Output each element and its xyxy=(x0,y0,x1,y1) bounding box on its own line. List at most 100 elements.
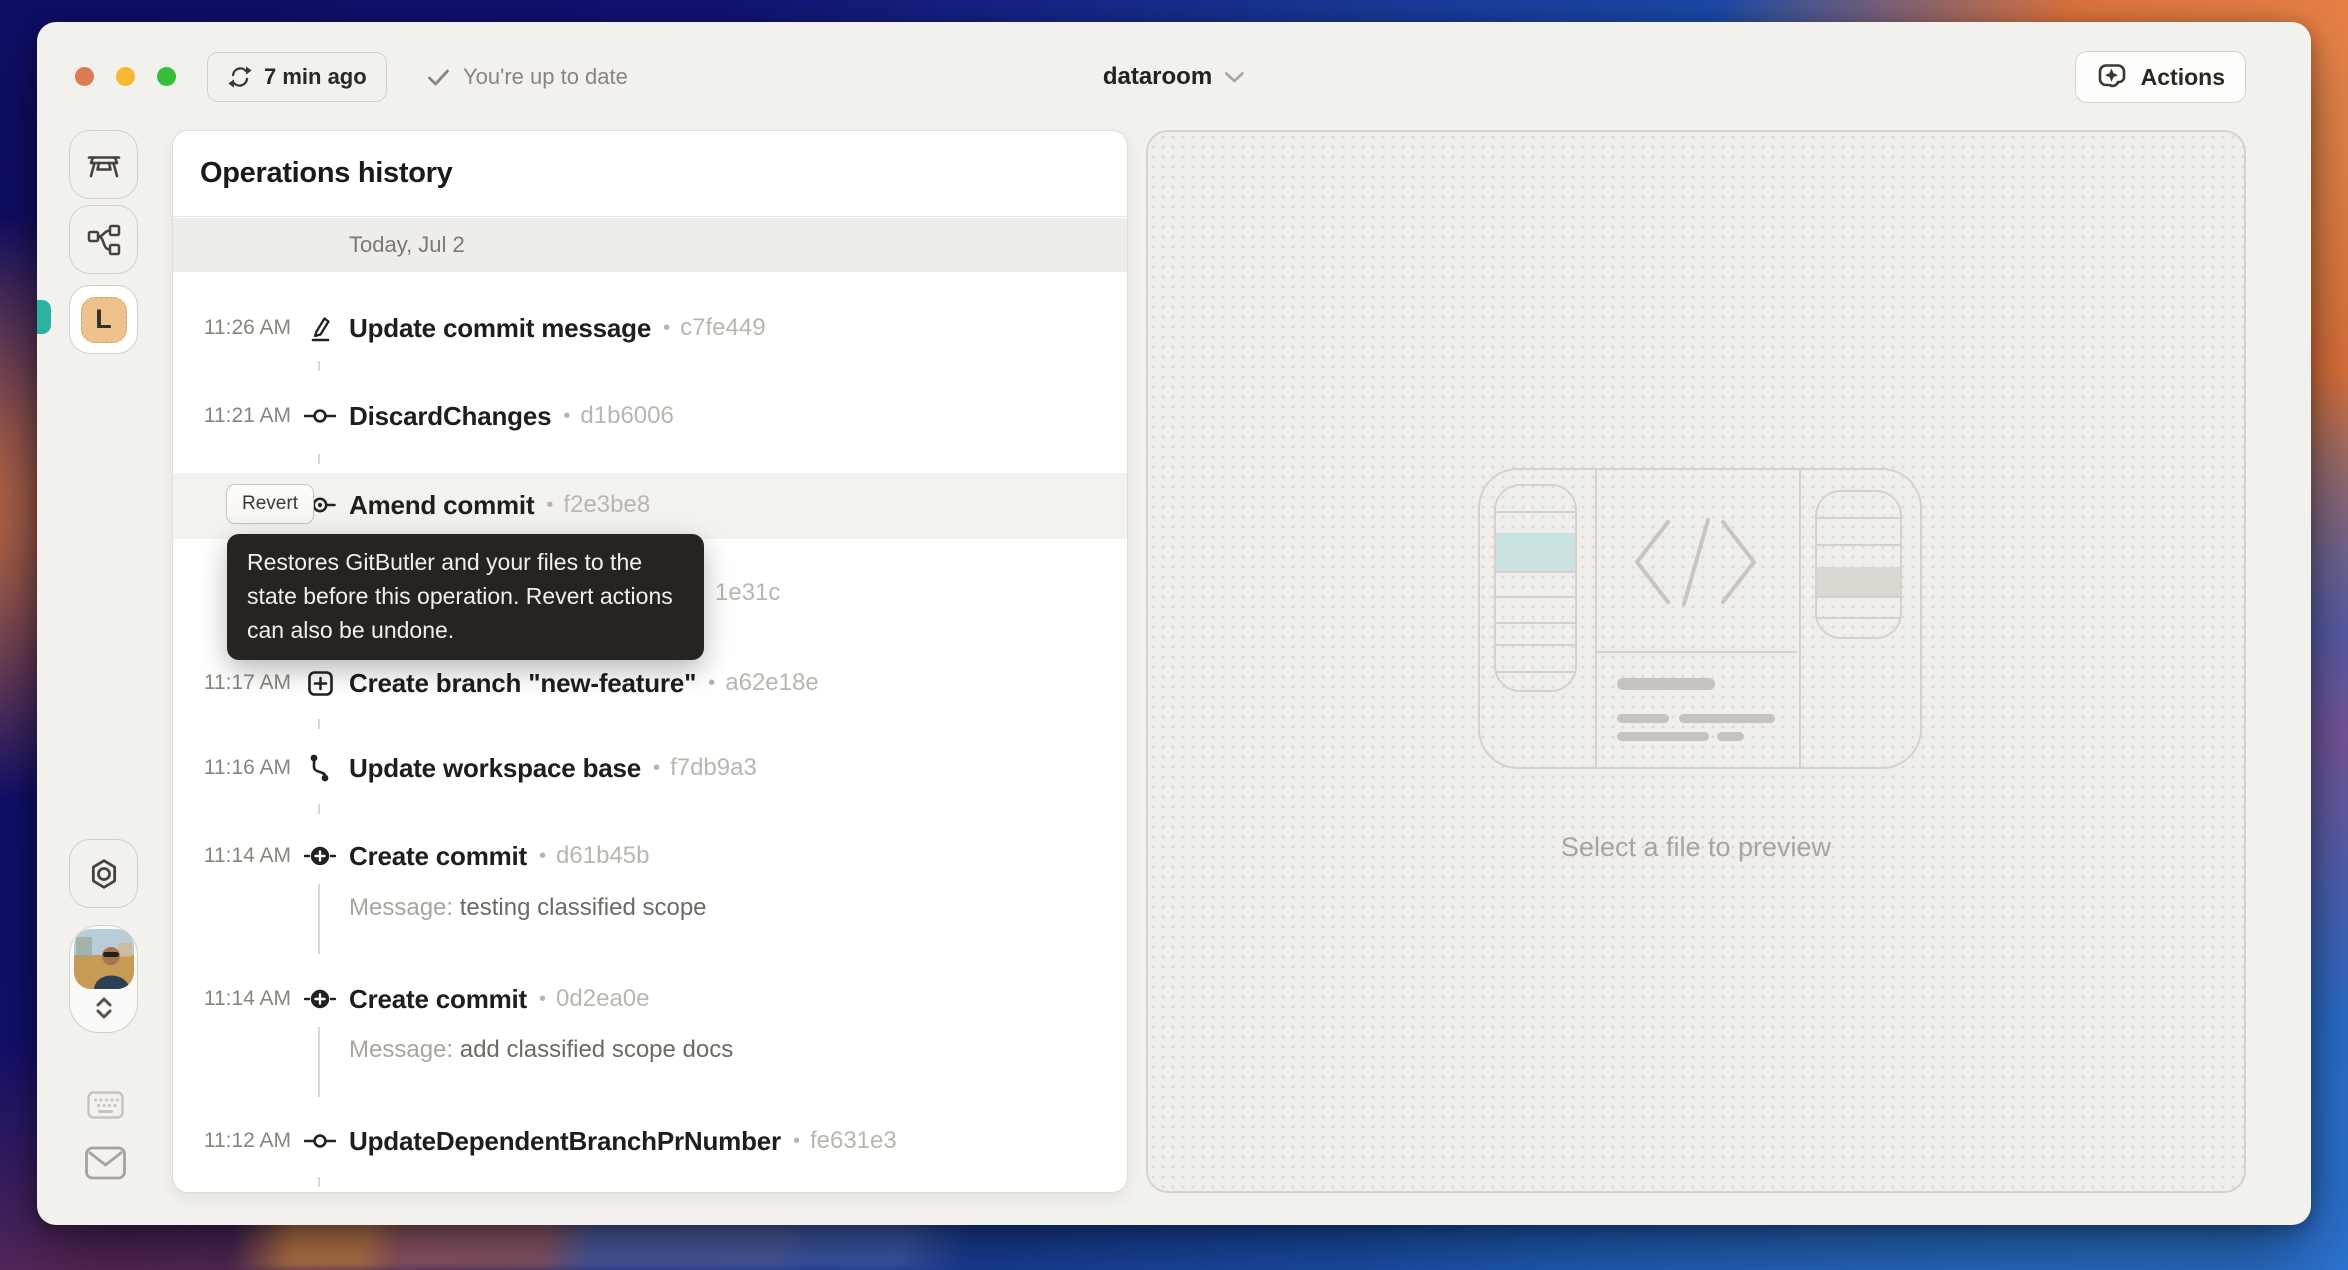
zoom-window-button[interactable] xyxy=(157,67,176,86)
operation-row[interactable]: 11:12 AM UpdateDependentBranchPrNumber f… xyxy=(173,1108,1127,1174)
preview-placeholder-text: Select a file to preview xyxy=(1148,832,2244,863)
illustration-divider xyxy=(1799,470,1801,767)
operation-row-hovered[interactable]: Amend commit f2e3be8 xyxy=(173,472,1127,538)
operation-title: DiscardChanges xyxy=(349,401,551,432)
sync-time-label: 7 min ago xyxy=(264,64,367,90)
timeline-connector xyxy=(318,804,320,814)
operation-row[interactable]: 11:14 AM Create commit d61b45b xyxy=(173,823,1127,889)
operation-title: Amend commit xyxy=(349,490,534,521)
operation-hash: f2e3be8 xyxy=(563,491,650,519)
timeline-connector xyxy=(318,1177,320,1187)
operation-time: 11:14 AM xyxy=(173,844,291,868)
operation-title: Update commit message xyxy=(349,313,651,344)
illustration-divider xyxy=(1595,470,1597,767)
check-icon xyxy=(427,68,450,87)
timeline-connector xyxy=(318,719,320,729)
operation-time: 11:21 AM xyxy=(173,404,291,428)
project-avatar-letter: L xyxy=(95,304,112,335)
branches-graph-icon xyxy=(87,224,121,256)
sidebar-workspace-button[interactable] xyxy=(69,130,138,199)
operation-hash: f7db9a3 xyxy=(670,754,757,782)
operation-hash: fe631e3 xyxy=(810,1127,897,1155)
operation-hash: d1b6006 xyxy=(580,402,673,430)
text-placeholder-bar xyxy=(1679,714,1775,723)
revert-tooltip: Restores GitButler and your files to the… xyxy=(227,534,704,660)
revert-button[interactable]: Revert xyxy=(226,484,314,524)
actions-sparkle-icon xyxy=(2096,62,2129,92)
operation-hash: 0d2ea0e xyxy=(556,985,649,1013)
bullet-separator xyxy=(563,405,570,428)
operation-row[interactable]: 11:21 AM DiscardChanges d1b6006 xyxy=(173,383,1127,449)
create-commit-icon xyxy=(291,844,349,868)
actions-button[interactable]: Actions xyxy=(2075,51,2246,103)
project-selector[interactable]: dataroom xyxy=(1103,52,1245,102)
operation-title: Create branch "new-feature" xyxy=(349,668,696,699)
app-window: 7 min ago You're up to date dataroom Act… xyxy=(37,22,2311,1225)
operation-hash: c7fe449 xyxy=(680,314,765,342)
operation-title: UpdateDependentBranchPrNumber xyxy=(349,1126,781,1157)
commit-message: Message: add classified scope docs xyxy=(349,1036,733,1064)
commit-icon xyxy=(291,1132,349,1150)
sync-status-button[interactable]: 7 min ago xyxy=(207,52,387,102)
illustration-divider xyxy=(1597,651,1797,653)
actions-label: Actions xyxy=(2141,64,2225,91)
operation-hash: a62e18e xyxy=(725,669,818,697)
bullet-separator xyxy=(793,1130,800,1153)
update-base-branch-icon xyxy=(291,753,349,783)
file-preview-panel: Select a file to preview xyxy=(1146,130,2246,1193)
operation-time: 11:17 AM xyxy=(173,671,291,695)
timeline-connector xyxy=(318,361,320,371)
text-placeholder-bar xyxy=(1717,732,1744,741)
operation-time: 11:26 AM xyxy=(173,316,291,340)
bullet-separator xyxy=(653,757,660,780)
mail-feedback-icon[interactable] xyxy=(85,1146,126,1185)
operation-row[interactable]: 11:14 AM Create commit 0d2ea0e xyxy=(173,966,1127,1032)
text-placeholder-bar xyxy=(1617,678,1715,690)
operation-row[interactable]: 11:16 AM Update workspace base f7db9a3 xyxy=(173,735,1127,801)
commit-message: Message: testing classified scope xyxy=(349,894,707,922)
sidebar-project-button[interactable]: L xyxy=(69,285,138,354)
project-avatar: L xyxy=(81,297,127,343)
edit-pencil-icon xyxy=(291,314,349,342)
operation-time: 11:12 AM xyxy=(173,1129,291,1153)
text-placeholder-bar xyxy=(1617,732,1709,741)
operation-title: Update workspace base xyxy=(349,753,641,784)
bullet-separator xyxy=(546,494,553,517)
operations-history-panel: Operations history Today, Jul 2 11:26 AM… xyxy=(172,130,1128,1193)
message-label: Message: xyxy=(349,1036,453,1063)
bullet-separator xyxy=(539,845,546,868)
operation-hash-partial: 1e31c xyxy=(715,579,780,607)
message-label: Message: xyxy=(349,894,453,921)
project-title: dataroom xyxy=(1103,63,1212,91)
bullet-separator xyxy=(663,317,670,340)
close-window-button[interactable] xyxy=(75,67,94,86)
bullet-separator xyxy=(539,988,546,1011)
minimize-window-button[interactable] xyxy=(116,67,135,86)
illustration-right-lane xyxy=(1815,490,1902,639)
operation-title: Create commit xyxy=(349,984,527,1015)
timeline-connector xyxy=(318,454,320,464)
sidebar-settings-button[interactable] xyxy=(69,839,138,908)
up-to-date-status: You're up to date xyxy=(427,52,628,102)
active-project-indicator xyxy=(37,300,51,334)
timeline-connector xyxy=(318,884,320,954)
operation-row[interactable]: 11:26 AM Update commit message c7fe449 xyxy=(173,295,1127,361)
text-placeholder-bar xyxy=(1617,714,1669,723)
operation-time: 11:14 AM xyxy=(173,987,291,1011)
create-branch-icon xyxy=(291,670,349,697)
user-account-switcher[interactable] xyxy=(69,925,138,1033)
message-value: testing classified scope xyxy=(460,894,707,921)
chevron-down-icon xyxy=(1224,71,1245,84)
keyboard-shortcuts-icon[interactable] xyxy=(87,1091,124,1124)
user-avatar xyxy=(74,929,134,989)
bullet-separator xyxy=(708,672,715,695)
status-label: You're up to date xyxy=(463,64,628,90)
code-brackets-icon xyxy=(1632,517,1759,612)
date-group-label: Today, Jul 2 xyxy=(349,232,465,258)
commit-icon xyxy=(291,407,349,425)
date-group-header: Today, Jul 2 xyxy=(173,218,1127,272)
gear-icon xyxy=(88,858,120,890)
unfold-chevrons-icon xyxy=(90,995,118,1021)
sidebar-branches-button[interactable] xyxy=(69,205,138,274)
illustration-left-lane xyxy=(1494,484,1577,692)
